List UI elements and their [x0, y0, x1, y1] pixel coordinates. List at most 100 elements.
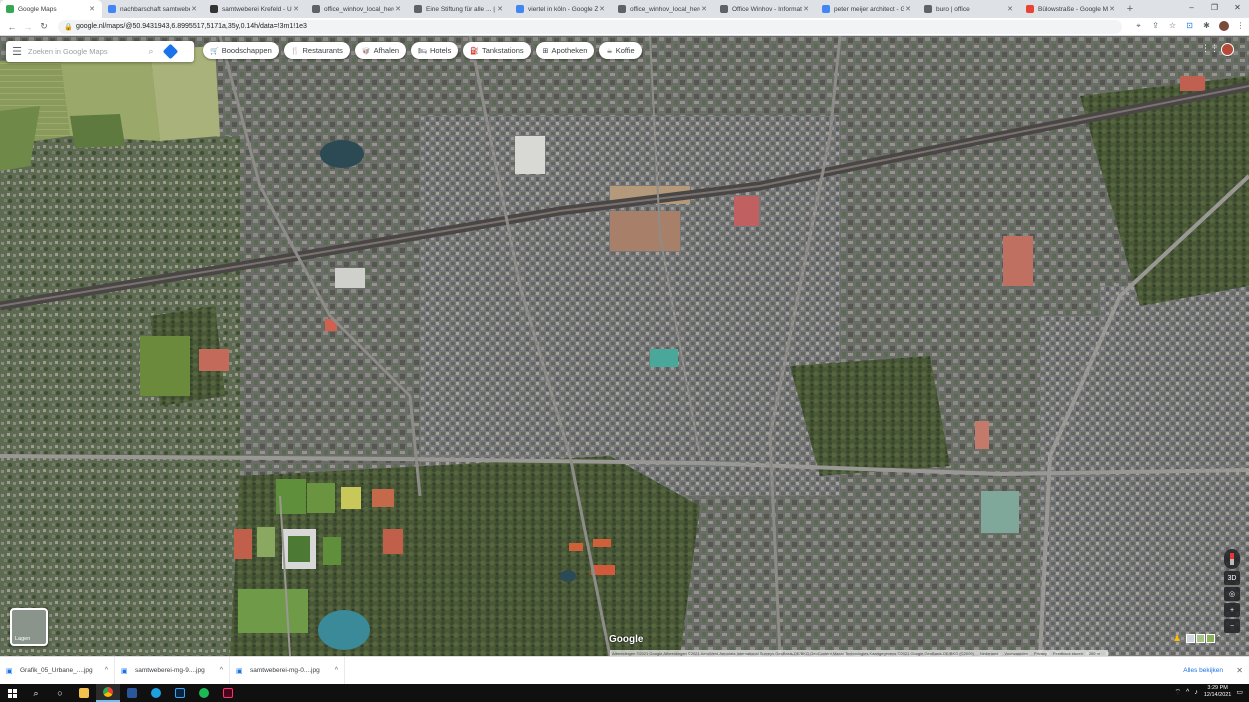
translate-icon[interactable]: ⊡	[1181, 21, 1198, 33]
hamburger-menu-icon[interactable]: ☰	[6, 45, 28, 58]
close-downloads-icon[interactable]: ✕	[1236, 666, 1243, 675]
search-icon[interactable]: ⌕	[24, 684, 48, 702]
takeout-icon: 🥡	[361, 47, 371, 55]
image-file-icon: ▣	[121, 667, 128, 675]
fuel-icon: ⛽	[470, 47, 479, 55]
google-logo: Google	[609, 634, 644, 645]
task-view-icon[interactable]: ○	[48, 684, 72, 702]
category-chip-boodschappen[interactable]: 🛒 Boodschappen	[203, 42, 279, 59]
compass-button[interactable]	[1224, 549, 1240, 569]
terrain-thumbnail[interactable]	[1196, 634, 1205, 643]
close-tab-icon[interactable]: ✕	[802, 5, 810, 13]
maps-icon	[1026, 5, 1034, 13]
satellite-map[interactable]	[0, 36, 1249, 656]
chevron-up-icon[interactable]: ^	[105, 667, 108, 674]
user-avatar[interactable]	[1221, 43, 1234, 56]
forward-button[interactable]: →	[20, 22, 36, 32]
chevron-up-icon[interactable]: ^	[220, 667, 223, 674]
browser-menu-icon[interactable]: ⋮	[1232, 21, 1249, 33]
omnibox[interactable]: 🔒 google.nl/maps/@50.9431943,6.8995517,5…	[57, 19, 1122, 34]
tab-strip: Google Maps✕nachbarschaft samtweberei✕sa…	[0, 0, 1249, 18]
download-item[interactable]: ▣ samtweberei-mg-9....jpg ^	[115, 656, 230, 685]
zoom-out-button[interactable]: −	[1224, 619, 1240, 633]
expand-thumbnails-icon[interactable]: ⌃	[1216, 634, 1225, 643]
back-button[interactable]: ←	[4, 22, 20, 32]
close-tab-icon[interactable]: ✕	[598, 5, 606, 13]
close-tab-icon[interactable]: ✕	[292, 5, 300, 13]
google-apps-icon[interactable]: ⋮⋮	[1201, 43, 1219, 55]
download-item[interactable]: ▣ samtweberei-mg-0....jpg ^	[230, 656, 345, 685]
maximize-button[interactable]: ❐	[1203, 0, 1226, 18]
close-tab-icon[interactable]: ✕	[700, 5, 708, 13]
chevron-up-icon[interactable]: ^	[1186, 689, 1189, 696]
browser-tab[interactable]: nachbarschaft samtweberei✕	[102, 0, 204, 18]
word-icon[interactable]	[120, 684, 144, 702]
clock[interactable]: 3:29 PM 12/14/2021	[1204, 685, 1232, 699]
category-chip-koffie[interactable]: ☕ Koffie	[599, 42, 642, 59]
browser-tab[interactable]: office_winhov_local_heroe ✕	[612, 0, 714, 18]
windows-start-icon[interactable]	[0, 684, 24, 702]
close-window-button[interactable]: ✕	[1226, 0, 1249, 18]
window-controls: – ❐ ✕	[1180, 0, 1249, 18]
satellite-thumbnail[interactable]	[1206, 634, 1215, 643]
browser-tab[interactable]: viertel in köln - Google Zo ✕	[510, 0, 612, 18]
url-text: google.nl/maps/@50.9431943,6.8995517,517…	[75, 23, 307, 30]
browser-tab[interactable]: Google Maps ✕	[0, 0, 102, 18]
notification-icon[interactable]: ▭	[1236, 688, 1243, 696]
location-icon[interactable]: ⌖	[1130, 21, 1147, 33]
minimize-button[interactable]: –	[1180, 0, 1203, 18]
close-tab-icon[interactable]: ✕	[1108, 5, 1116, 13]
browser-tab[interactable]: Bülowstraße - Google Ma ✕	[1020, 0, 1122, 18]
close-tab-icon[interactable]: ✕	[904, 5, 912, 13]
category-chip-restaurants[interactable]: 🍴 Restaurants	[283, 42, 350, 59]
layers-toggle[interactable]: Lagen	[10, 608, 48, 646]
zoom-in-button[interactable]: +	[1224, 603, 1240, 617]
tab-title: Bülowstraße - Google Ma	[1038, 5, 1108, 13]
edge-icon[interactable]	[144, 684, 168, 702]
search-icon[interactable]: ⌕	[143, 46, 159, 57]
close-tab-icon[interactable]: ✕	[1006, 5, 1014, 13]
category-chips: 🛒 Boodschappen 🍴 Restaurants 🥡 Afhalen 🛏 Hotels…	[203, 42, 642, 59]
spotify-icon[interactable]	[192, 684, 216, 702]
indesign-icon[interactable]	[216, 684, 240, 702]
tab-title: peter meijer architect - Go	[834, 5, 904, 13]
close-tab-icon[interactable]: ✕	[496, 5, 504, 13]
extension-area: ⌖ ⇪ ☆ ⊡ ✱ ⋮	[1130, 20, 1249, 33]
pegman-icon[interactable]: ♟	[1173, 633, 1181, 645]
directions-button[interactable]	[159, 43, 181, 60]
show-all-downloads-link[interactable]: Alles bekijken	[1183, 667, 1223, 674]
category-chip-apotheken[interactable]: ⊞ Apotheken	[535, 42, 595, 59]
close-tab-icon[interactable]: ✕	[88, 5, 96, 13]
download-item[interactable]: ▣ Grafik_05_Urbane_....jpg ^	[0, 656, 115, 685]
browser-tab[interactable]: Eine Stiftung für alle ... | N ✕	[408, 0, 510, 18]
tab-title: buro | office	[936, 5, 970, 13]
reload-button[interactable]: ↻	[36, 21, 52, 32]
photoshop-icon[interactable]	[168, 684, 192, 702]
bookmark-star-icon[interactable]: ☆	[1164, 21, 1181, 33]
chrome-icon[interactable]	[96, 684, 120, 702]
new-tab-button[interactable]: +	[1122, 0, 1138, 18]
category-chip-hotels[interactable]: 🛏 Hotels	[411, 42, 459, 59]
browser-tab[interactable]: peter meijer architect - Go ✕	[816, 0, 918, 18]
browser-tab[interactable]: buro | office ✕	[918, 0, 1020, 18]
chevron-up-icon[interactable]: ^	[335, 667, 338, 674]
tab-title: nachbarschaft samtweberei	[120, 5, 190, 13]
volume-icon[interactable]: ♪	[1194, 689, 1198, 696]
browser-tab[interactable]: office_winhov_local_heroe ✕	[306, 0, 408, 18]
browser-tab[interactable]: samtweberei Krefeld - Urb ✕	[204, 0, 306, 18]
profile-avatar[interactable]	[1215, 20, 1232, 33]
3d-toggle-button[interactable]: 3D	[1224, 571, 1240, 585]
extensions-icon[interactable]: ✱	[1198, 21, 1215, 33]
share-icon[interactable]: ⇪	[1147, 21, 1164, 33]
maps-search-input[interactable]	[28, 47, 143, 56]
category-chip-tankstations[interactable]: ⛽ Tankstations	[463, 42, 531, 59]
file-explorer-icon[interactable]	[72, 684, 96, 702]
close-tab-icon[interactable]: ✕	[394, 5, 402, 13]
category-chip-afhalen[interactable]: 🥡 Afhalen	[354, 42, 407, 59]
map-thumbnail[interactable]	[1186, 634, 1195, 643]
browser-tab[interactable]: Office Winhov - Informatie ✕	[714, 0, 816, 18]
my-location-button[interactable]: ◎	[1224, 587, 1240, 601]
tab-title: Google Maps	[18, 5, 57, 13]
wifi-icon[interactable]: ⌔	[1174, 688, 1181, 697]
close-tab-icon[interactable]: ✕	[190, 5, 198, 13]
